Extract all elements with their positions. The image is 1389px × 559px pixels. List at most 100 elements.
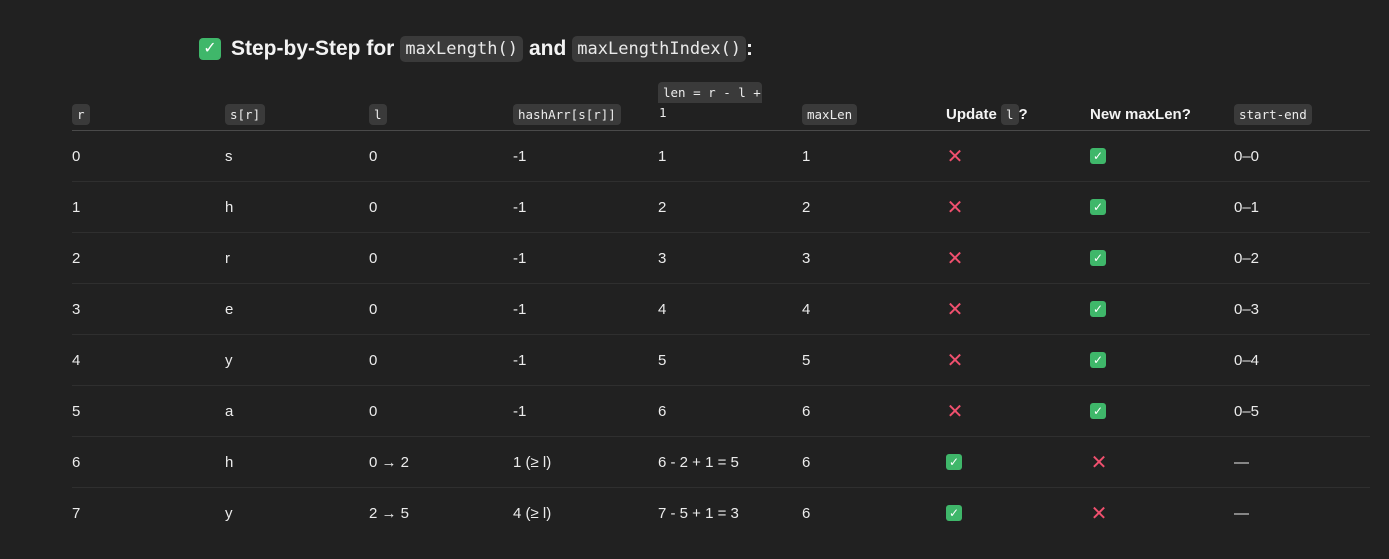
cell-maxlen: 2 bbox=[802, 198, 811, 216]
cell-new-maxlen: ✕ bbox=[1090, 437, 1108, 487]
table-header-row: r s[r] l hashArr[s[r]] len = r - l + 1 m… bbox=[72, 80, 1370, 131]
cross-mark-icon: ✕ bbox=[1090, 450, 1108, 474]
cell-len: 1 bbox=[658, 147, 667, 165]
check-mark-icon: ✓ bbox=[1090, 148, 1106, 164]
cell-new-maxlen: ✓ bbox=[1090, 182, 1106, 232]
cell-len: 6 - 2 + 1 = 5 bbox=[658, 453, 739, 471]
header-maxlen: maxLen bbox=[802, 104, 858, 125]
cell-l: 0 bbox=[369, 249, 378, 267]
cell-hasharr: 4 (≥ l) bbox=[513, 504, 552, 522]
header-s-r: s[r] bbox=[225, 104, 266, 125]
cell-len: 4 bbox=[658, 300, 667, 318]
cell-l: 0 bbox=[369, 147, 378, 165]
cell-r: 5 bbox=[72, 402, 81, 420]
cell-len: 5 bbox=[658, 351, 667, 369]
cell-r: 4 bbox=[72, 351, 81, 369]
table-row: 4 y 0 -1 5 5 ✕ ✓ 0–4 bbox=[72, 335, 1370, 386]
cell-s-r: r bbox=[225, 249, 230, 267]
cell-s-r: y bbox=[225, 351, 233, 369]
heading-conjunction: and bbox=[528, 37, 567, 60]
cell-s-r: s bbox=[225, 147, 233, 165]
heading-prefix: Step-by-Step for bbox=[231, 37, 395, 60]
cell-hasharr: -1 bbox=[513, 198, 527, 216]
cell-new-maxlen: ✓ bbox=[1090, 386, 1106, 436]
section-heading: ✓ Step-by-Step for maxLength() and maxLe… bbox=[199, 34, 753, 64]
cell-new-maxlen: ✕ bbox=[1090, 488, 1108, 538]
cell-r: 6 bbox=[72, 453, 81, 471]
step-table: r s[r] l hashArr[s[r]] len = r - l + 1 m… bbox=[72, 80, 1370, 538]
cell-maxlen: 5 bbox=[802, 351, 811, 369]
cell-new-maxlen: ✓ bbox=[1090, 335, 1106, 385]
cell-start-end: — bbox=[1234, 504, 1249, 522]
check-mark-icon: ✓ bbox=[1090, 250, 1106, 266]
header-hasharr: hashArr[s[r]] bbox=[513, 104, 621, 125]
cell-hasharr: 1 (≥ l) bbox=[513, 453, 552, 471]
cell-hasharr: -1 bbox=[513, 147, 527, 165]
cell-hasharr: -1 bbox=[513, 249, 527, 267]
cell-l: 0 bbox=[369, 198, 378, 216]
chat-message-content: ✓ Step-by-Step for maxLength() and maxLe… bbox=[0, 0, 1389, 559]
check-mark-icon: ✓ bbox=[1090, 403, 1106, 419]
header-new-maxlen: New maxLen? bbox=[1090, 106, 1191, 123]
heading-code-maxlength: maxLength() bbox=[400, 36, 523, 62]
cell-l: 2 → 5 bbox=[369, 504, 410, 522]
cell-update-l: ✕ bbox=[946, 233, 964, 283]
cell-s-r: a bbox=[225, 402, 234, 420]
cell-update-l: ✕ bbox=[946, 284, 964, 334]
cell-r: 3 bbox=[72, 300, 81, 318]
table-row: 3 e 0 -1 4 4 ✕ ✓ 0–3 bbox=[72, 284, 1370, 335]
cell-update-l: ✕ bbox=[946, 335, 964, 385]
check-mark-icon: ✓ bbox=[1090, 352, 1106, 368]
cell-start-end: 0–4 bbox=[1234, 351, 1260, 369]
cell-r: 7 bbox=[72, 504, 81, 522]
cell-update-l: ✕ bbox=[946, 386, 964, 436]
cell-hasharr: -1 bbox=[513, 402, 527, 420]
cell-len: 7 - 5 + 1 = 3 bbox=[658, 504, 739, 522]
header-len-line1: len = r - l + bbox=[658, 82, 762, 103]
cell-new-maxlen: ✓ bbox=[1090, 284, 1106, 334]
table-row: 5 a 0 -1 6 6 ✕ ✓ 0–5 bbox=[72, 386, 1370, 437]
cell-s-r: y bbox=[225, 504, 233, 522]
header-r: r bbox=[72, 104, 90, 125]
cell-update-l: ✓ bbox=[946, 437, 962, 487]
table-row: 7 y 2 → 5 4 (≥ l) 7 - 5 + 1 = 3 6 ✓ ✕ — bbox=[72, 488, 1370, 538]
cell-r: 0 bbox=[72, 147, 81, 165]
cell-maxlen: 6 bbox=[802, 402, 811, 420]
table-row: 1 h 0 -1 2 2 ✕ ✓ 0–1 bbox=[72, 182, 1370, 233]
cell-maxlen: 1 bbox=[802, 147, 811, 165]
header-len-line2: 1 bbox=[659, 105, 667, 120]
table-body: 0 s 0 -1 1 1 ✕ ✓ 0–0 1 h 0 -1 2 2 ✕ ✓ 0–1 2 r 0 -1 3 3 ✕ ✓ 0–2 3 e 0 -… bbox=[72, 131, 1370, 538]
check-mark-icon: ✓ bbox=[946, 505, 962, 521]
cross-mark-icon: ✕ bbox=[946, 195, 964, 219]
cell-l: 0 bbox=[369, 351, 378, 369]
cell-maxlen: 3 bbox=[802, 249, 811, 267]
cell-len: 3 bbox=[658, 249, 667, 267]
cell-start-end: 0–2 bbox=[1234, 249, 1260, 267]
cell-s-r: e bbox=[225, 300, 234, 318]
cell-maxlen: 4 bbox=[802, 300, 811, 318]
cell-update-l: ✓ bbox=[946, 488, 962, 538]
cell-s-r: h bbox=[225, 453, 234, 471]
cell-l: 0 bbox=[369, 300, 378, 318]
cell-start-end: 0–5 bbox=[1234, 402, 1260, 420]
cell-new-maxlen: ✓ bbox=[1090, 233, 1106, 283]
table-row: 6 h 0 → 2 1 (≥ l) 6 - 2 + 1 = 5 6 ✓ ✕ — bbox=[72, 437, 1370, 488]
check-mark-icon: ✓ bbox=[1090, 199, 1106, 215]
cross-mark-icon: ✕ bbox=[946, 399, 964, 423]
check-mark-icon: ✓ bbox=[1090, 301, 1106, 317]
cell-hasharr: -1 bbox=[513, 351, 527, 369]
check-mark-button-icon: ✓ bbox=[199, 38, 221, 60]
cell-hasharr: -1 bbox=[513, 300, 527, 318]
heading-code-maxlengthindex: maxLengthIndex() bbox=[572, 36, 747, 62]
cell-r: 2 bbox=[72, 249, 81, 267]
cell-update-l: ✕ bbox=[946, 131, 964, 181]
cell-start-end: 0–1 bbox=[1234, 198, 1260, 216]
cell-s-r: h bbox=[225, 198, 234, 216]
check-mark-icon: ✓ bbox=[946, 454, 962, 470]
cell-update-l: ✕ bbox=[946, 182, 964, 232]
cell-l: 0 bbox=[369, 402, 378, 420]
cell-len: 6 bbox=[658, 402, 667, 420]
cross-mark-icon: ✕ bbox=[1090, 501, 1108, 525]
cell-start-end: — bbox=[1234, 453, 1249, 471]
cross-mark-icon: ✕ bbox=[946, 348, 964, 372]
